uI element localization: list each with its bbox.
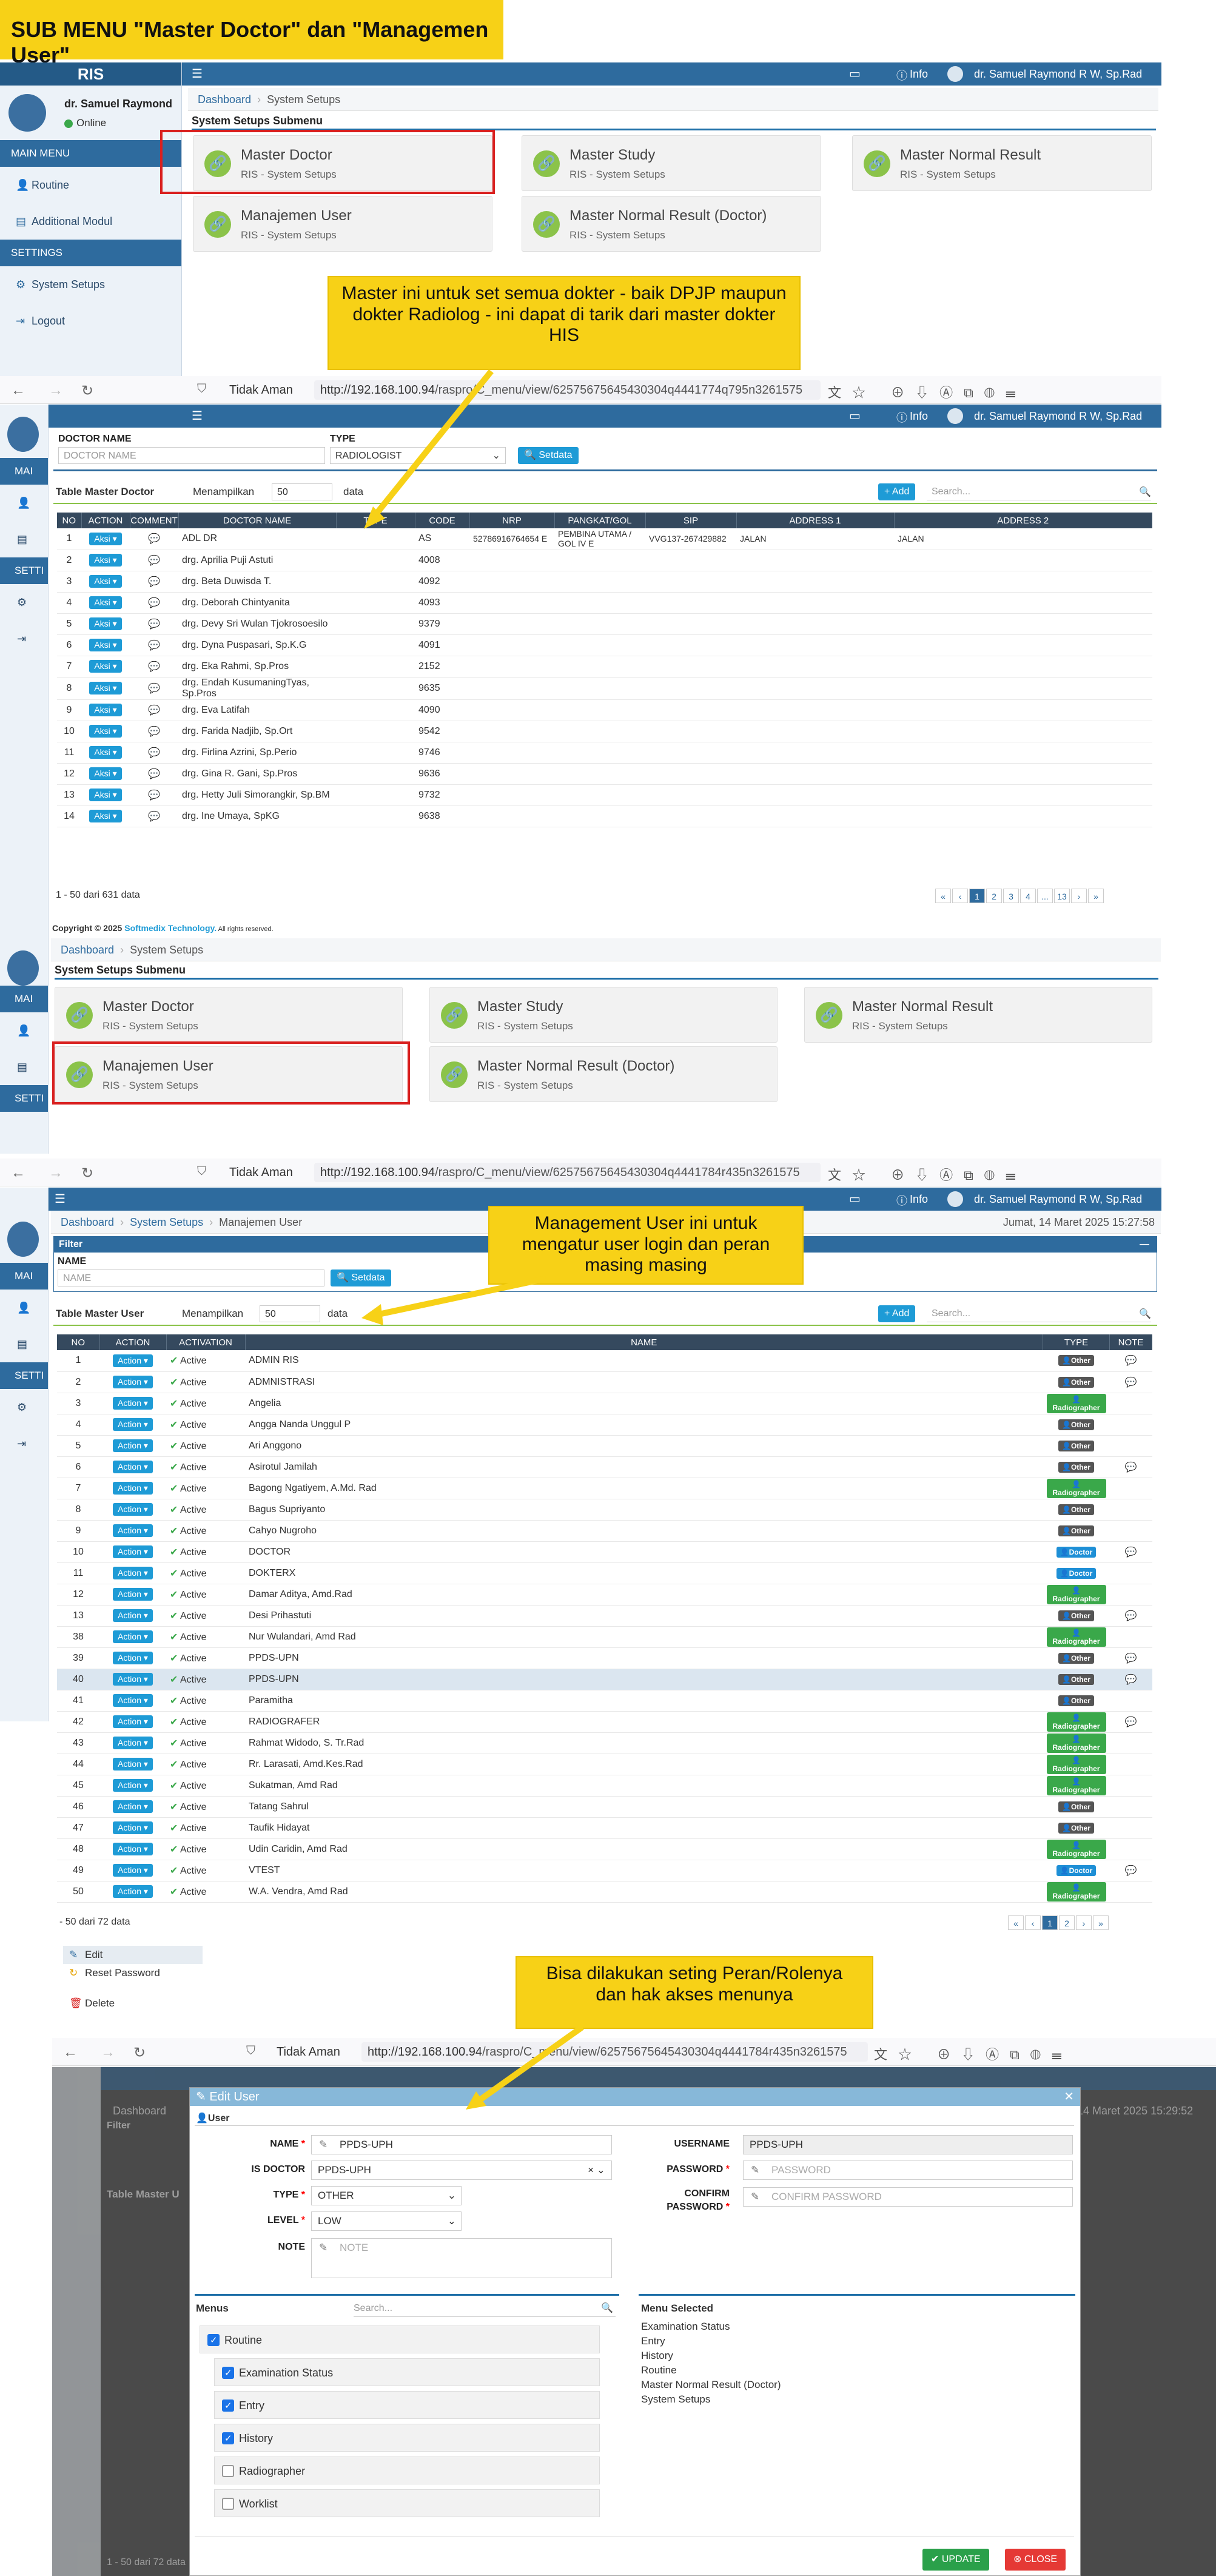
arrow-2-head xyxy=(361,1304,383,1325)
arrow-1 xyxy=(368,369,494,524)
arrow-3 xyxy=(471,2024,584,2108)
arrow-2 xyxy=(369,1276,547,1319)
callout-arrows xyxy=(361,369,584,2110)
